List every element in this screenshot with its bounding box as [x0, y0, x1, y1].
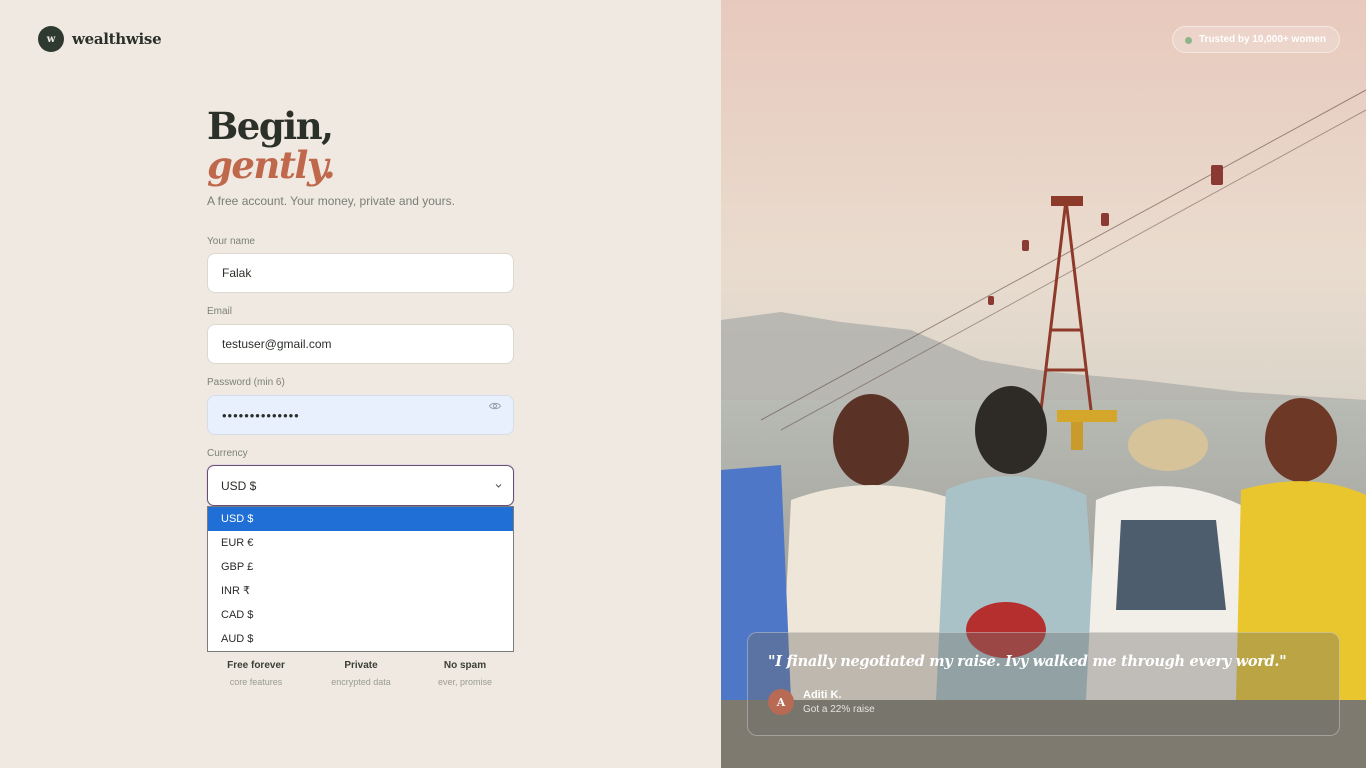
brand-logo[interactable]: w wealthwise	[38, 26, 162, 52]
email-input-value: testuser@gmail.com	[222, 337, 332, 351]
eye-icon[interactable]	[489, 402, 501, 410]
feature-title: Private	[344, 660, 378, 671]
email-input[interactable]: testuser@gmail.com	[207, 324, 514, 364]
feature-title: No spam	[443, 660, 487, 671]
currency-label: Currency	[207, 448, 248, 459]
status-dot-icon	[1185, 37, 1192, 44]
currency-select-value: USD $	[221, 478, 257, 493]
currency-option-aud[interactable]: AUD $	[208, 627, 513, 651]
currency-option-eur[interactable]: EUR €	[208, 531, 513, 555]
feature-subtitle: encrypted data	[331, 677, 391, 687]
testimonial-card: "I finally negotiated my raise. Ivy walk…	[747, 632, 1340, 736]
page-subtitle: A free account. Your money, private and …	[207, 194, 455, 208]
name-input-value: Falak	[222, 266, 252, 280]
hero-image-panel: Trusted by 10,000+ women "I finally nego…	[721, 0, 1366, 768]
feature-subtitle: core features	[229, 677, 283, 687]
currency-option-usd[interactable]: USD $	[208, 507, 513, 531]
testimonial-quote: "I finally negotiated my raise. Ivy walk…	[768, 653, 1287, 670]
name-label: Your name	[207, 236, 255, 247]
logo-mark-icon: w	[38, 26, 64, 52]
feature-title: Free forever	[227, 660, 285, 671]
password-input-value: ••••••••••••••	[222, 407, 300, 423]
trust-badge-text: Trusted by 10,000+ women	[1199, 34, 1326, 45]
testimonial-author-detail: Got a 22% raise	[803, 704, 875, 715]
testimonial-author: Aditi K.	[803, 689, 842, 701]
feature-subtitle: ever, promise	[437, 677, 493, 687]
currency-option-cad[interactable]: CAD $	[208, 603, 513, 627]
password-input[interactable]: ••••••••••••••	[207, 395, 514, 435]
chevron-down-icon	[495, 484, 502, 488]
signup-panel: w wealthwise Begin, gently. A free accou…	[0, 0, 721, 768]
currency-option-gbp[interactable]: GBP £	[208, 555, 513, 579]
currency-select[interactable]: USD $	[207, 465, 514, 506]
brand-name: wealthwise	[72, 30, 162, 48]
feature-no-spam: No spam ever, promise	[415, 660, 515, 687]
currency-option-inr[interactable]: INR ₹	[208, 579, 513, 603]
page-title-accent: gently.	[207, 143, 336, 187]
page-title: Begin,	[207, 104, 334, 148]
feature-private: Private encrypted data	[311, 660, 411, 687]
trust-badge: Trusted by 10,000+ women	[1172, 26, 1340, 53]
avatar: A	[768, 689, 794, 715]
feature-free: Free forever core features	[206, 660, 306, 687]
password-label: Password (min 6)	[207, 377, 285, 388]
currency-dropdown: USD $ EUR € GBP £ INR ₹ CAD $ AUD $	[207, 506, 514, 652]
email-label: Email	[207, 306, 233, 317]
name-input[interactable]: Falak	[207, 253, 514, 293]
